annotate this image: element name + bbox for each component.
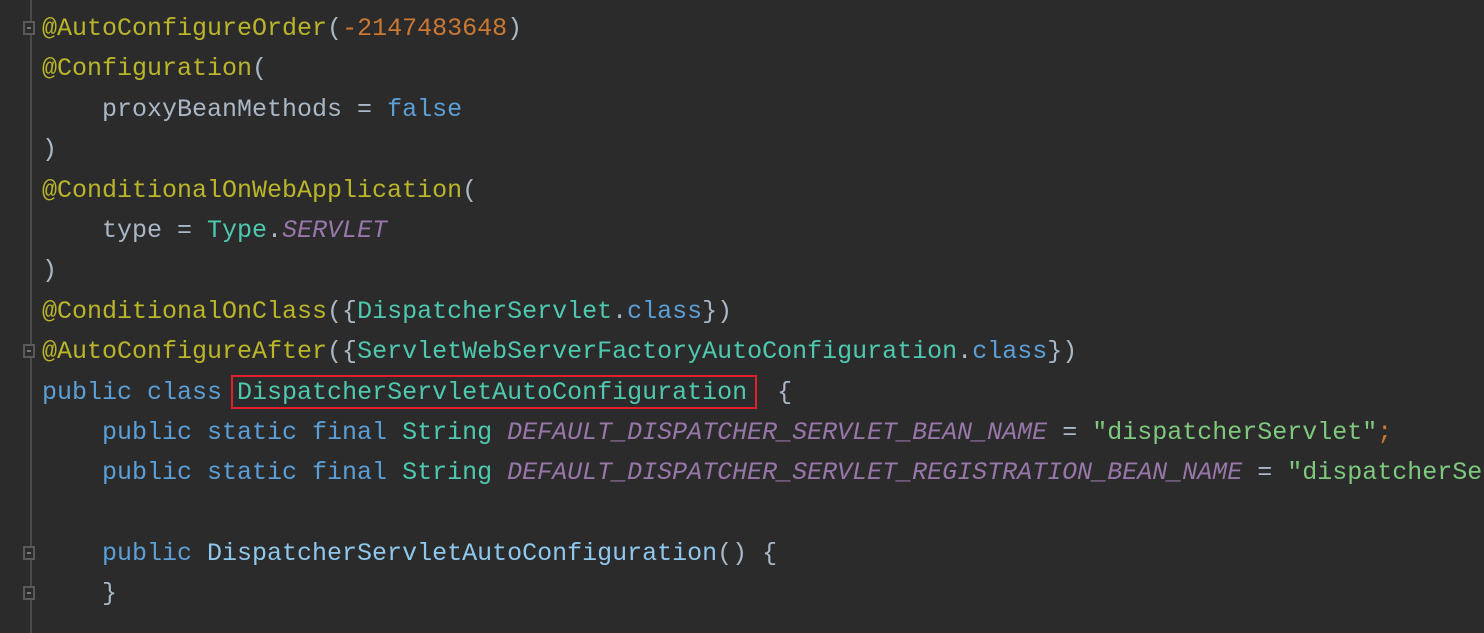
- code-token: @Configuration: [42, 54, 253, 84]
- code-token: public static final: [42, 417, 403, 447]
- code-line[interactable]: public static final String DEFAULT_DISPA…: [42, 413, 1484, 453]
- code-token: (: [327, 14, 343, 43]
- code-token: () {: [717, 539, 778, 569]
- code-token: DispatcherServletAutoConfiguration: [237, 377, 748, 407]
- code-token: =: [1047, 417, 1093, 447]
- code-editor[interactable]: @AutoConfigureOrder(-2147483648) @Configu…: [23, 9, 1484, 615]
- code-token: (: [252, 54, 268, 84]
- code-token: .: [957, 337, 973, 367]
- code-line[interactable]: @ConditionalOnWebApplication(: [42, 171, 1484, 211]
- code-token: ({: [327, 296, 358, 326]
- code-token: }): [702, 296, 733, 326]
- code-token: public: [42, 539, 208, 569]
- code-token: String: [402, 458, 508, 488]
- code-line[interactable]: public class DispatcherServletAutoConfig…: [42, 373, 1484, 413]
- code-token: @ConditionalOnWebApplication: [42, 175, 463, 205]
- code-token: ): [42, 256, 58, 286]
- gutter-line: [30, 0, 32, 633]
- code-token: ({: [327, 337, 358, 367]
- code-token: SERVLET: [282, 215, 388, 245]
- code-token: DispatcherServlet: [357, 296, 613, 326]
- code-token: }: [42, 579, 118, 609]
- code-token: "dispatcherServlet": [1092, 417, 1378, 447]
- code-token: proxyBeanMethods =: [42, 94, 388, 124]
- code-token: DEFAULT_DISPATCHER_SERVLET_BEAN_NAME: [507, 417, 1048, 447]
- code-token: DEFAULT_DISPATCHER_SERVLET_REGISTRATION_…: [507, 458, 1243, 488]
- code-line[interactable]: type = Type.SERVLET: [42, 211, 1484, 251]
- code-token: (: [462, 175, 478, 205]
- code-token: DispatcherServletAutoConfiguration: [207, 539, 718, 569]
- code-line[interactable]: public DispatcherServletAutoConfiguratio…: [23, 534, 1484, 574]
- code-line[interactable]: @AutoConfigureAfter({ServletWebServerFac…: [23, 332, 1484, 372]
- code-line[interactable]: @ConditionalOnClass({DispatcherServlet.c…: [42, 292, 1484, 332]
- code-token: .: [267, 215, 283, 245]
- code-line[interactable]: @Configuration(: [42, 49, 1484, 89]
- code-token: class: [972, 337, 1048, 367]
- code-token: ): [507, 14, 523, 43]
- code-token: .: [612, 296, 628, 326]
- code-line[interactable]: public static final String DEFAULT_DISPA…: [42, 453, 1484, 493]
- code-token: ;: [1377, 417, 1393, 447]
- code-line[interactable]: ): [42, 130, 1484, 170]
- code-token: @AutoConfigureAfter: [42, 337, 328, 367]
- code-token: -2147483648: [342, 14, 508, 43]
- code-line[interactable]: [42, 494, 1484, 534]
- code-token: ServletWebServerFactoryAutoConfiguration: [357, 337, 958, 367]
- code-token: String: [402, 417, 508, 447]
- code-token: "dispatcherSe: [1287, 458, 1483, 488]
- code-token: false: [387, 94, 463, 124]
- code-token: public class: [42, 377, 238, 407]
- code-line[interactable]: @AutoConfigureOrder(-2147483648): [23, 9, 1484, 49]
- code-token: Type: [207, 215, 268, 245]
- code-token: public static final: [42, 458, 403, 488]
- code-token: type =: [42, 215, 208, 245]
- code-token: }): [1047, 337, 1078, 367]
- code-token: =: [1242, 458, 1288, 488]
- fold-toggle-icon[interactable]: [23, 21, 35, 35]
- code-token: @AutoConfigureOrder: [42, 14, 328, 43]
- fold-toggle-icon[interactable]: [23, 546, 35, 561]
- code-line[interactable]: ): [42, 251, 1484, 291]
- code-token: {: [747, 377, 793, 407]
- code-token: class: [627, 296, 703, 326]
- fold-toggle-icon[interactable]: [23, 344, 35, 359]
- code-token: @ConditionalOnClass: [42, 296, 328, 326]
- code-token: ): [42, 135, 58, 165]
- code-line[interactable]: proxyBeanMethods = false: [42, 90, 1484, 130]
- code-line[interactable]: }: [23, 574, 1484, 614]
- fold-toggle-icon[interactable]: [23, 586, 35, 601]
